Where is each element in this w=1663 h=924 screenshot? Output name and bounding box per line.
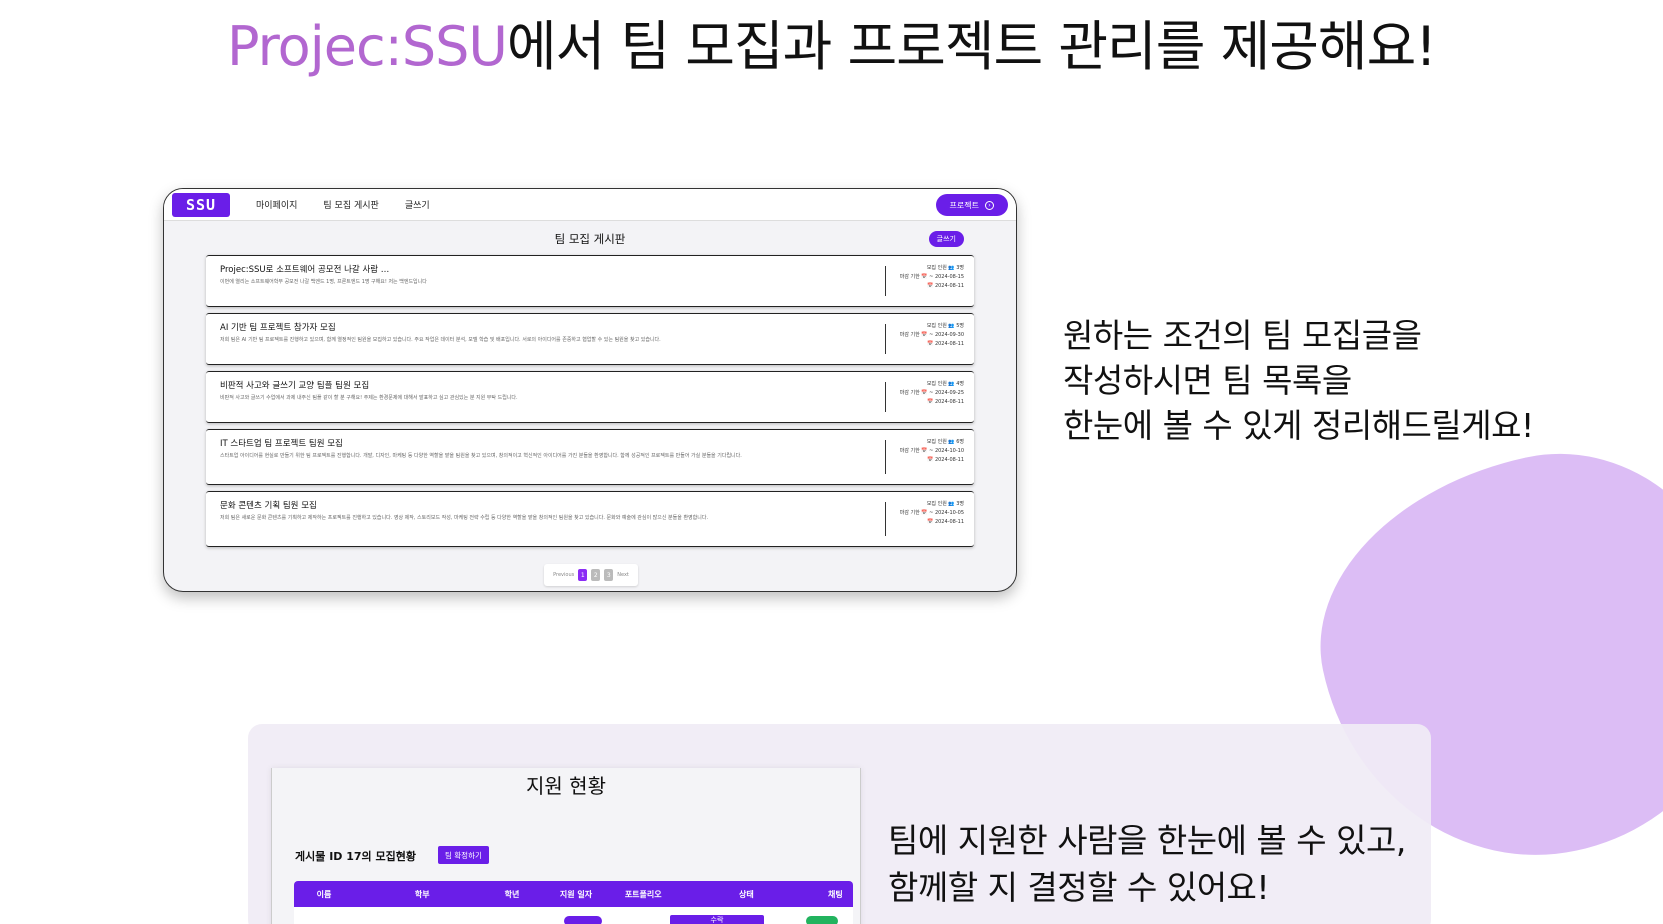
- page-2[interactable]: 2: [591, 569, 601, 581]
- confirm-team-button[interactable]: 팀 확정하기: [438, 846, 489, 864]
- col-apply-date: 지원 일자: [559, 889, 593, 899]
- post-date: 📅 2024-08-11: [927, 283, 964, 289]
- post-list: Projec:SSU로 소프트웨어 공모전 나갈 사람 … 이번에 열리는 소프…: [206, 255, 974, 553]
- project-button[interactable]: 프로젝트 ›: [935, 194, 1008, 216]
- post-meta: 모집 인원 👥 3명 마감 기한 📅 ~ 2024-10-05 📅 2024-0…: [900, 500, 964, 527]
- post-title: Projec:SSU로 소프트웨어 공모전 나갈 사람 …: [220, 265, 390, 275]
- post-date: 📅 2024-08-11: [927, 399, 964, 405]
- portfolio-button[interactable]: [564, 916, 602, 924]
- headline-brand: Projec:SSU: [227, 15, 508, 78]
- post-members: 모집 인원 👥 4명: [926, 381, 964, 387]
- post-deadline: 마감 기한 📅 ~ 2024-10-05: [899, 510, 964, 516]
- post-title: AI 기반 팀 프로젝트 참가자 모집: [220, 323, 336, 333]
- post-meta: 모집 인원 👥 5명 마감 기한 📅 ~ 2024-09-30 📅 2024-0…: [900, 322, 964, 349]
- feature-line: 한눈에 볼 수 있게 정리해드릴게요!: [1063, 406, 1534, 445]
- divider: [885, 502, 886, 536]
- applicants-table-header: 이름 학부 학년 지원 일자 포트폴리오 상태 채팅: [294, 881, 853, 907]
- post-item[interactable]: 문화 콘텐츠 기획 팀원 모집 저희 팀은 새로운 문화 콘텐츠를 기획하고 제…: [206, 491, 974, 547]
- logo[interactable]: SSU: [172, 192, 230, 217]
- write-button[interactable]: 글쓰기: [928, 231, 964, 247]
- pager-next[interactable]: Next: [617, 572, 629, 578]
- post-desc: 이번에 열리는 소프트웨어학부 공모전 나갈 백엔드 1명, 프론트엔드 1명 …: [220, 279, 427, 285]
- divider: [885, 382, 886, 412]
- post-desc: 저희 팀은 새로운 문화 콘텐츠를 기획하고 제작하는 프로젝트를 진행하고 있…: [220, 515, 709, 521]
- feature-line: 원하는 조건의 팀 모집글을: [1063, 316, 1422, 355]
- pager-prev[interactable]: Previous: [553, 572, 574, 578]
- post-deadline: 마감 기한 📅 ~ 2024-08-15: [899, 274, 964, 280]
- col-department: 학부: [414, 889, 430, 899]
- post-date: 📅 2024-08-11: [927, 457, 964, 463]
- feature-description-1: 원하는 조건의 팀 모집글을 작성하시면 팀 목록을 한눈에 볼 수 있게 정리…: [1063, 313, 1534, 448]
- nav-team-board[interactable]: 팀 모집 게시판: [323, 198, 378, 211]
- feature-line: 팀에 지원한 사람을 한눈에 볼 수 있고,: [888, 821, 1406, 860]
- post-members: 모집 인원 👥 3명: [926, 265, 964, 271]
- post-title: IT 스타트업 팀 프로젝트 팀원 모집: [220, 439, 343, 449]
- post-item[interactable]: Projec:SSU로 소프트웨어 공모전 나갈 사람 … 이번에 열리는 소프…: [206, 255, 974, 307]
- applicants-screenshot: 지원 현황 게시물 ID 17의 모집현황 팀 확정하기 이름 학부 학년 지원…: [271, 768, 861, 924]
- col-status: 상태: [739, 889, 754, 899]
- post-item[interactable]: AI 기반 팀 프로젝트 참가자 모집 저희 팀은 AI 기반 팀 프로젝트를 …: [206, 313, 974, 365]
- divider: [885, 324, 886, 354]
- applicants-title: 지원 현황: [526, 774, 606, 798]
- post-item[interactable]: IT 스타트업 팀 프로젝트 팀원 모집 스타트업 아이디어를 현실로 만들기 …: [206, 429, 974, 485]
- feature-description-2: 팀에 지원한 사람을 한눈에 볼 수 있고, 함께할 지 결정할 수 있어요!: [888, 817, 1406, 911]
- post-desc: 비판적 사고와 글쓰기 수업에서 과제 내주신 팀플 같이 할 분 구해요! 주…: [220, 395, 518, 401]
- nav-mypage[interactable]: 마이페이지: [256, 198, 297, 211]
- board-title: 팀 모집 게시판: [554, 232, 626, 246]
- applicants-subtitle: 게시물 ID 17의 모집현황: [295, 850, 416, 863]
- col-grade: 학년: [504, 889, 520, 899]
- page-1[interactable]: 1: [578, 569, 588, 581]
- post-deadline: 마감 기한 📅 ~ 2024-10-10: [899, 448, 964, 454]
- post-item[interactable]: 비판적 사고와 글쓰기 교양 팀플 팀원 모집 비판적 사고와 글쓰기 수업에서…: [206, 371, 974, 423]
- feature-line: 함께할 지 결정할 수 있어요!: [888, 868, 1270, 907]
- pagination: Previous 1 2 3 Next: [544, 564, 638, 586]
- post-desc: 스타트업 아이디어를 현실로 만들기 위한 팀 프로젝트를 진행합니다. 개발,…: [220, 453, 742, 459]
- project-button-label: 프로젝트: [949, 200, 979, 210]
- page-headline: Projec:SSU에서 팀 모집과 프로젝트 관리를 제공해요!: [0, 2, 1663, 81]
- post-title: 문화 콘텐츠 기획 팀원 모집: [220, 501, 317, 511]
- post-meta: 모집 인원 👥 3명 마감 기한 📅 ~ 2024-08-15 📅 2024-0…: [900, 264, 964, 291]
- chat-button[interactable]: [806, 916, 838, 924]
- post-members: 모집 인원 👥 5명: [926, 323, 964, 329]
- post-meta: 모집 인원 👥 4명 마감 기한 📅 ~ 2024-09-25 📅 2024-0…: [900, 380, 964, 407]
- nav-write[interactable]: 글쓰기: [405, 198, 430, 211]
- post-deadline: 마감 기한 📅 ~ 2024-09-25: [899, 390, 964, 396]
- post-meta: 모집 인원 👥 6명 마감 기한 📅 ~ 2024-10-10 📅 2024-0…: [900, 438, 964, 465]
- post-deadline: 마감 기한 📅 ~ 2024-09-30: [899, 332, 964, 338]
- col-portfolio: 포트폴리오: [624, 889, 662, 899]
- post-members: 모집 인원 👥 3명: [926, 501, 964, 507]
- divider: [885, 440, 886, 474]
- post-date: 📅 2024-08-11: [927, 341, 964, 347]
- post-date: 📅 2024-08-11: [927, 519, 964, 525]
- team-board-screenshot: SSU 마이페이지 팀 모집 게시판 글쓰기 프로젝트 › 팀 모집 게시판 글…: [163, 188, 1017, 592]
- col-name: 이름: [316, 889, 332, 899]
- post-members: 모집 인원 👥 6명: [926, 439, 964, 445]
- post-title: 비판적 사고와 글쓰기 교양 팀플 팀원 모집: [220, 381, 370, 391]
- status-button[interactable]: 수락: [670, 915, 764, 924]
- arrow-circle-icon: ›: [985, 200, 994, 210]
- page-3[interactable]: 3: [604, 569, 614, 581]
- post-desc: 저희 팀은 AI 기반 팀 프로젝트를 진행하고 있으며, 함께 열정적인 팀원…: [220, 337, 661, 343]
- feature-line: 작성하시면 팀 목록을: [1063, 361, 1352, 400]
- headline-rest: 에서 팀 모집과 프로젝트 관리를 제공해요!: [506, 15, 1437, 78]
- col-chat: 채팅: [828, 889, 843, 899]
- divider: [885, 266, 886, 296]
- top-nav: SSU 마이페이지 팀 모집 게시판 글쓰기 프로젝트 ›: [164, 189, 1016, 221]
